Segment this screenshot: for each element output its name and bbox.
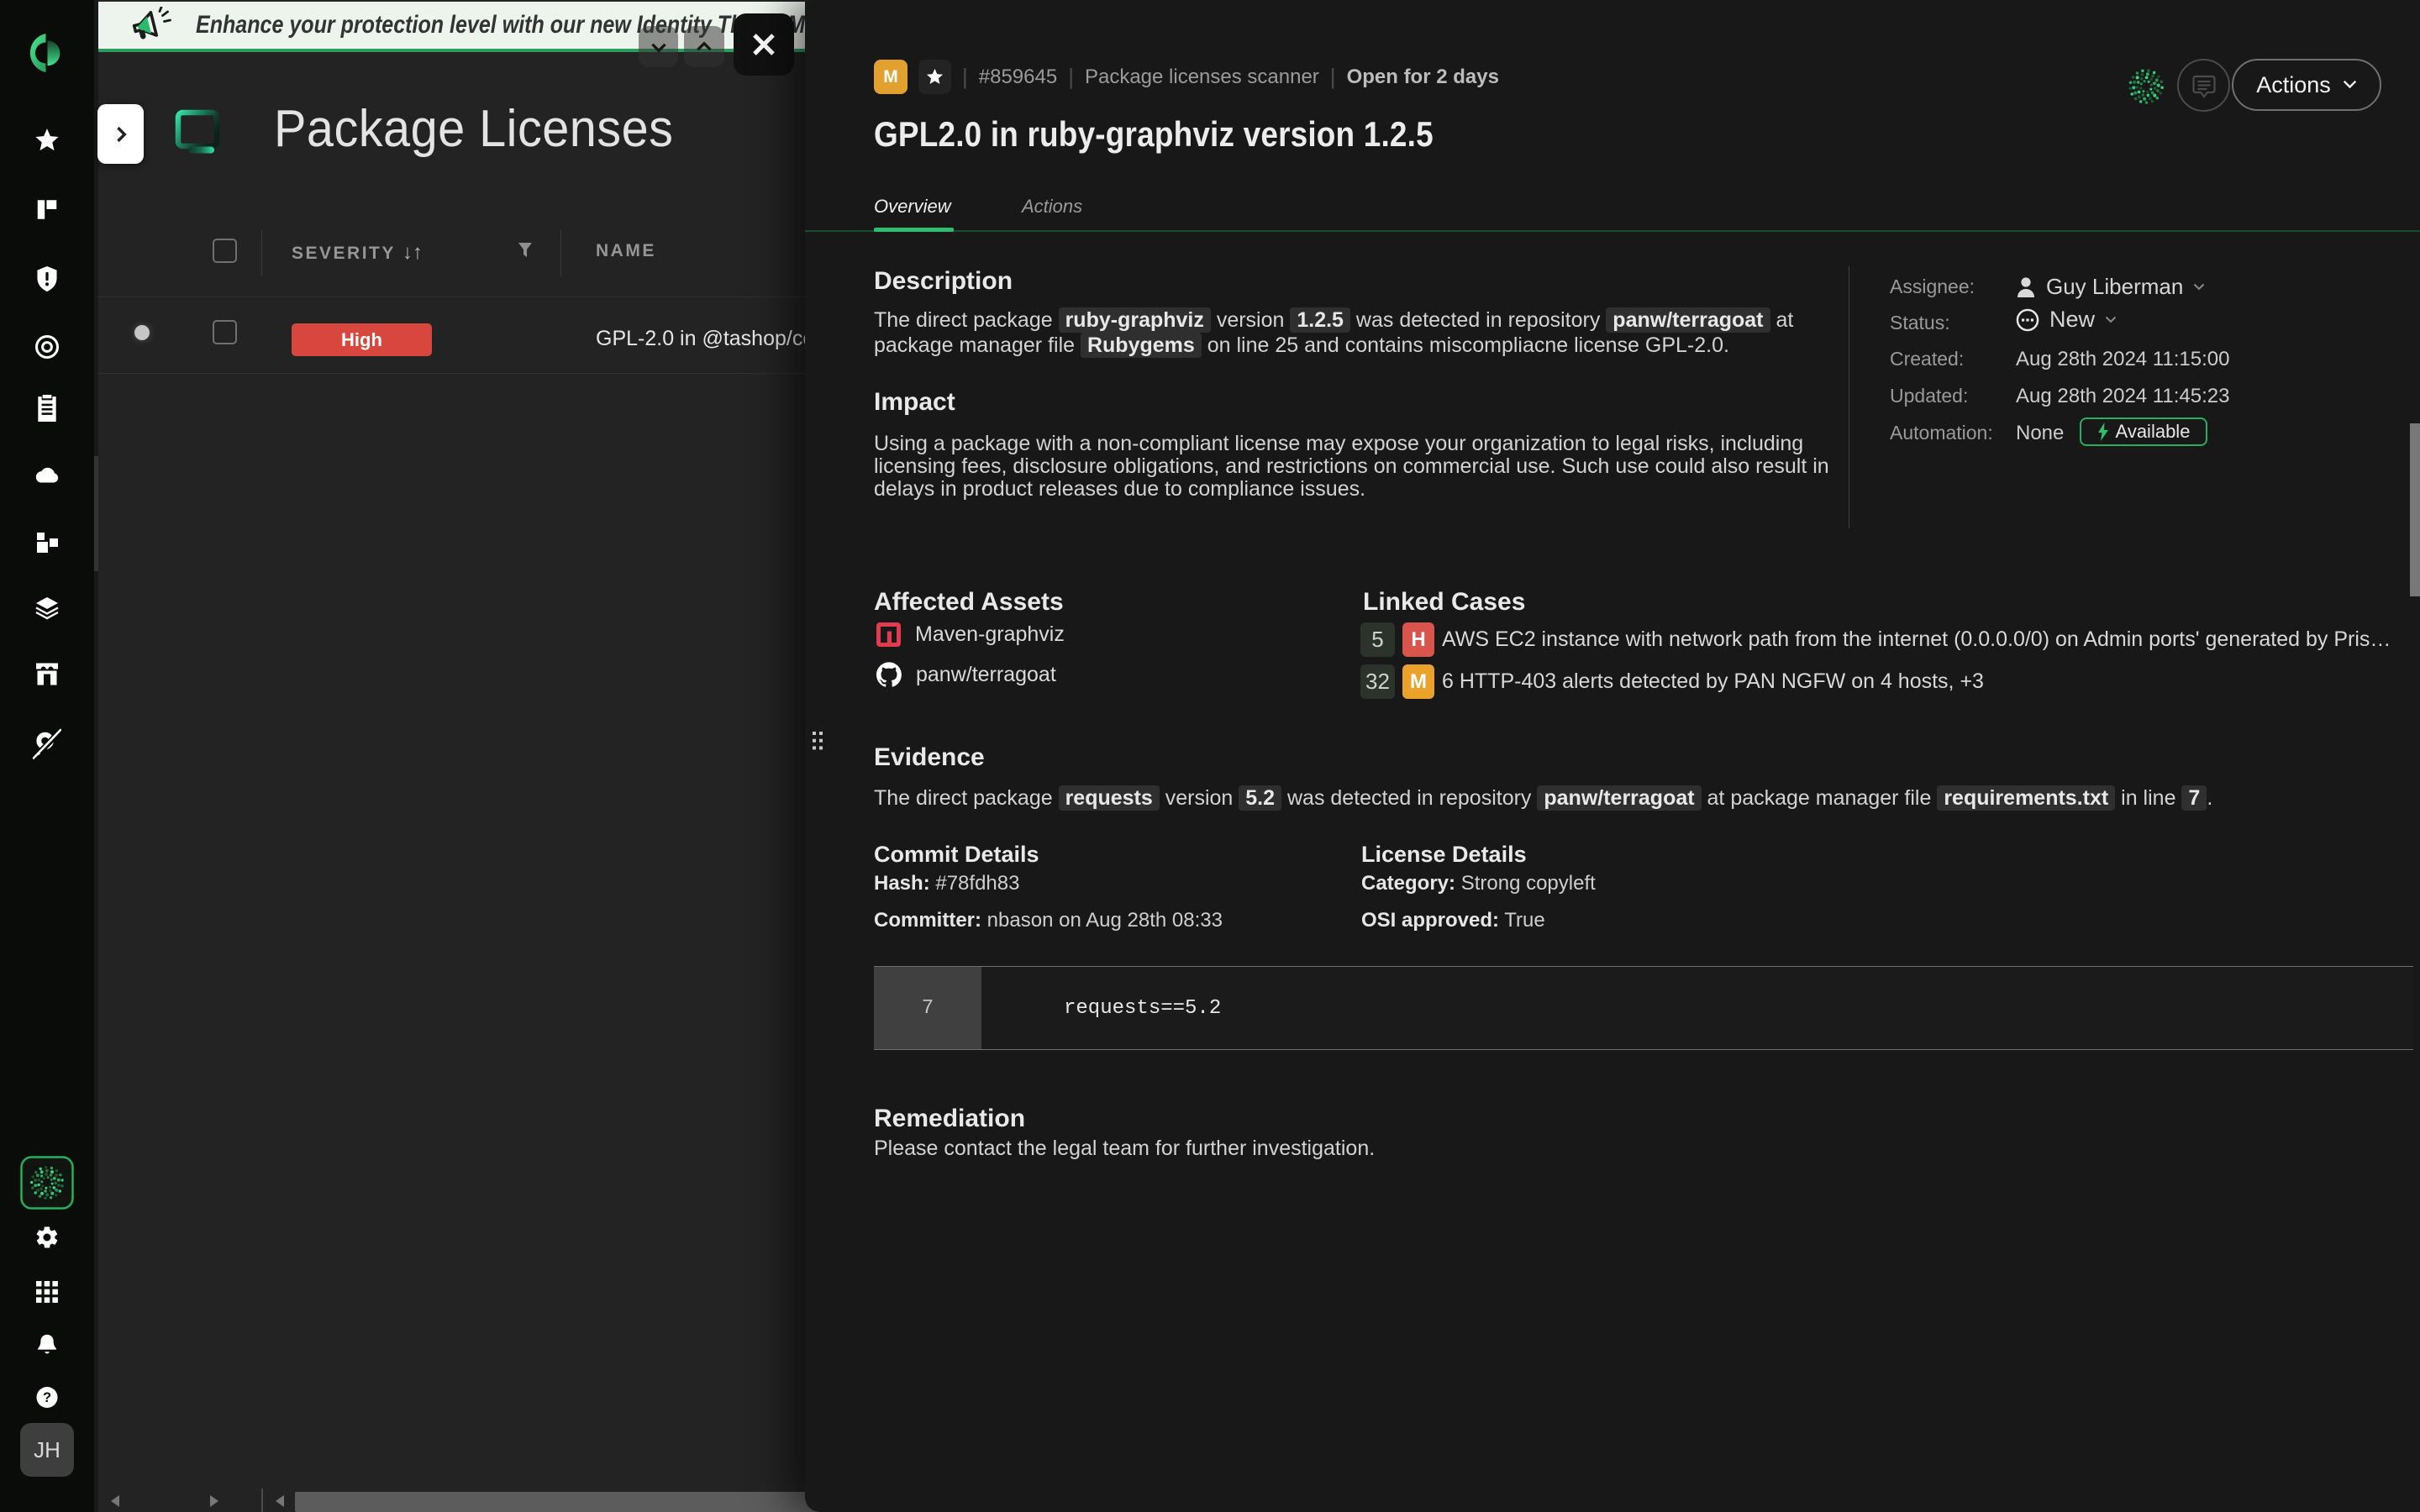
svg-text:?: ?: [43, 1390, 51, 1405]
